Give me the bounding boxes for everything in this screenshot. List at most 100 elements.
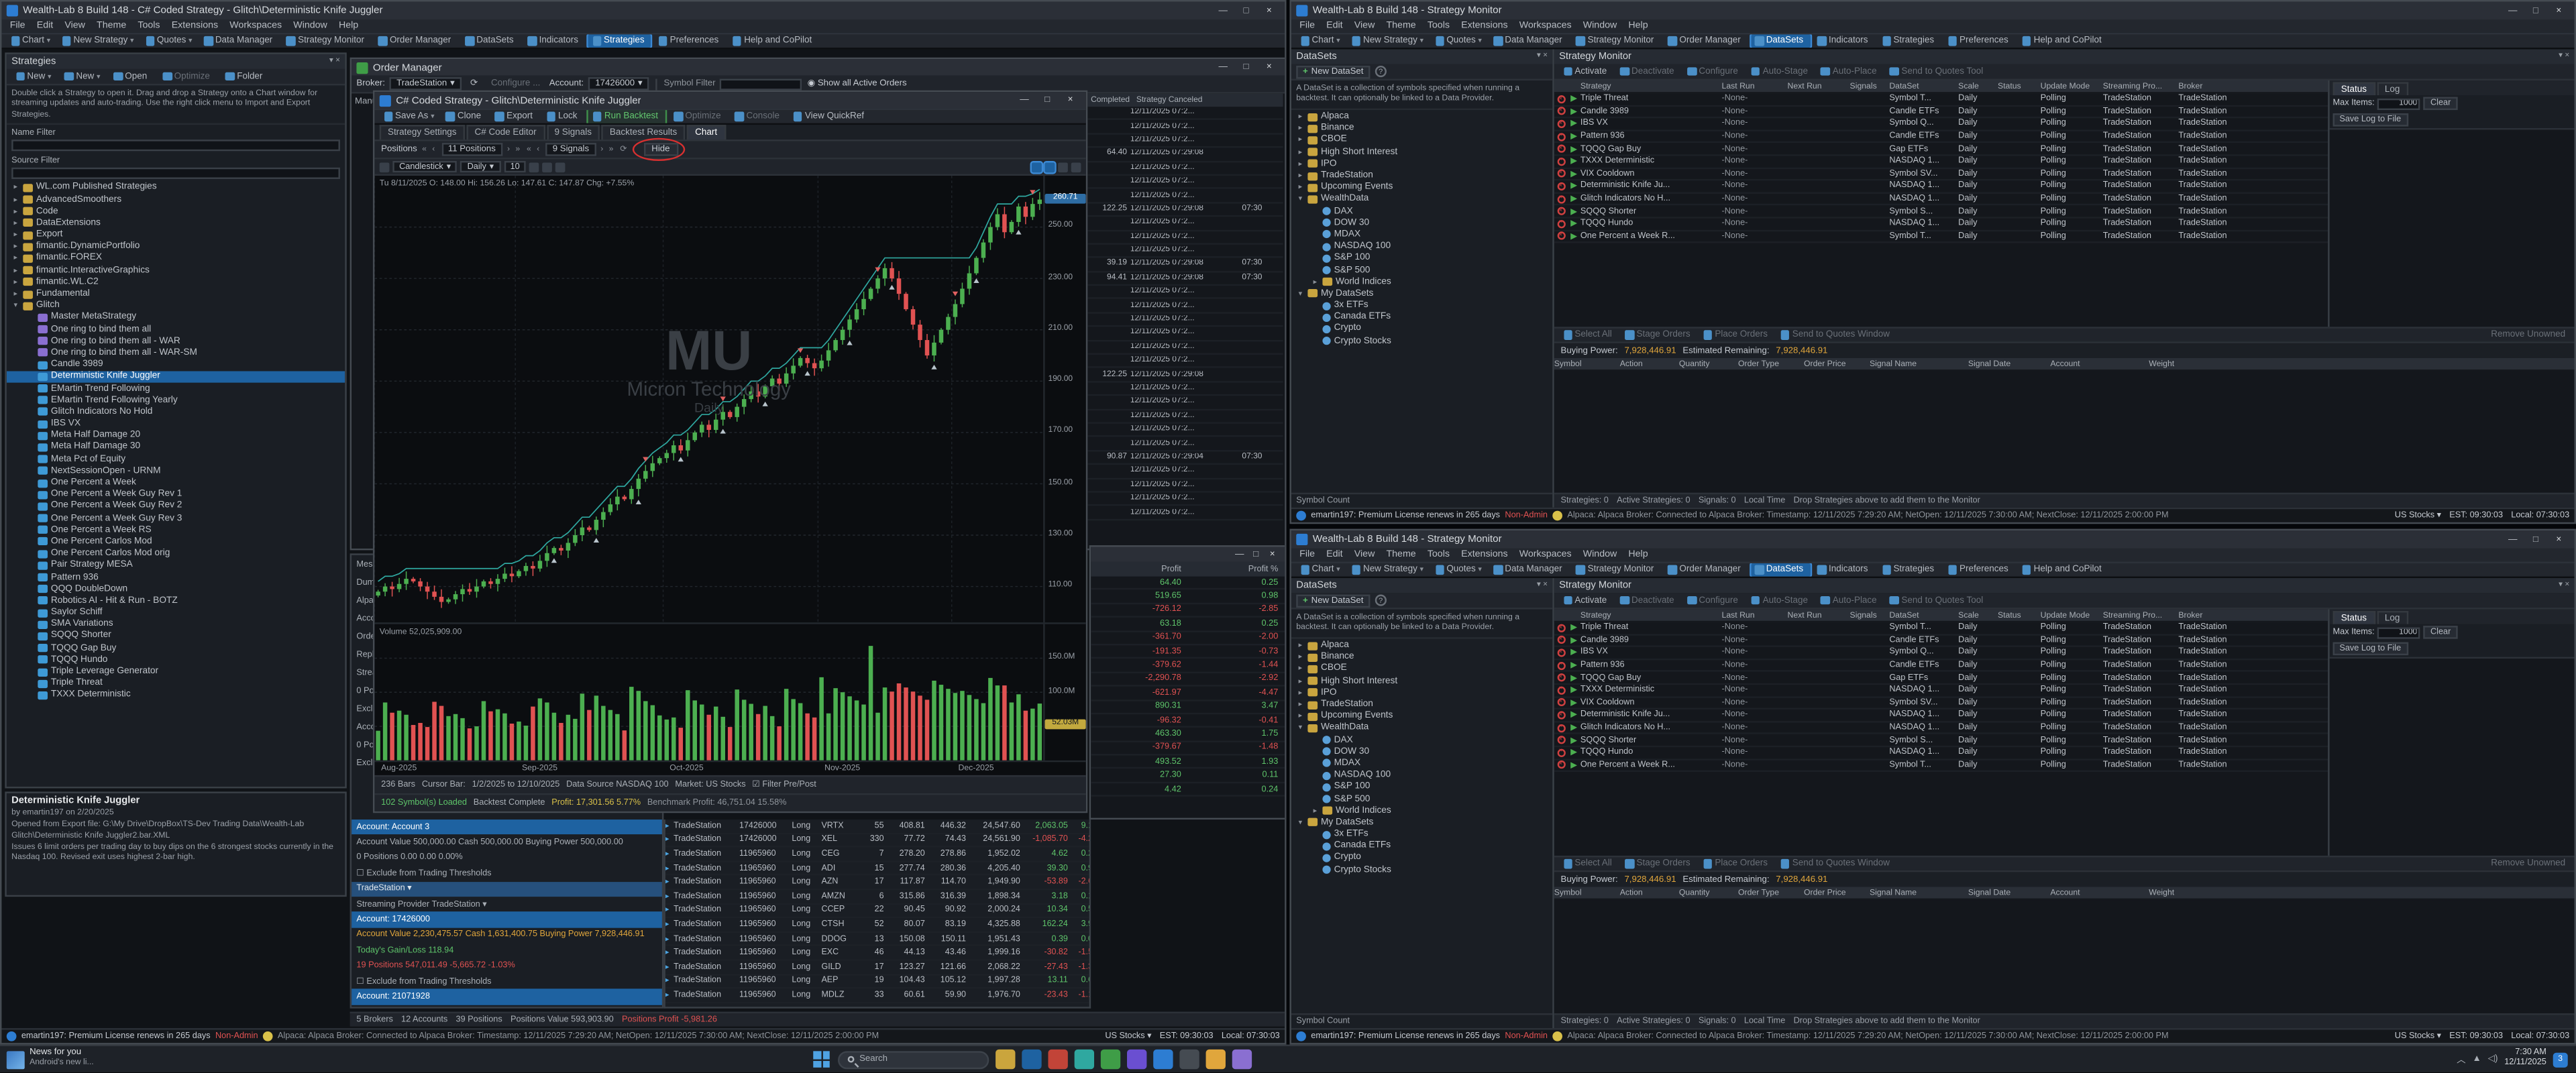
dataset-tree-item[interactable]: ▸ CBOE bbox=[1291, 135, 1552, 147]
strategy-action-button[interactable]: New▾ bbox=[60, 70, 105, 83]
dataset-tree-item[interactable]: ▸ TradeStation bbox=[1291, 170, 1552, 182]
dataset-tree-item[interactable]: Canada ETFs bbox=[1291, 312, 1552, 324]
expander-icon[interactable]: ▸ bbox=[1296, 171, 1304, 181]
order-row[interactable]: 12/11/2025 07:2... bbox=[1087, 162, 1283, 176]
chart-toolbar-button[interactable]: Console bbox=[731, 110, 786, 123]
tree-item[interactable]: IBS VX bbox=[7, 418, 345, 430]
toolbar-button[interactable]: DataSets bbox=[461, 34, 520, 48]
toggle-drawing-icon[interactable] bbox=[1071, 162, 1081, 172]
remove-unowned-button[interactable]: Remove Unowned bbox=[2487, 857, 2569, 870]
chart-close-button[interactable]: × bbox=[1060, 93, 1081, 107]
candlestick-chart[interactable] bbox=[374, 176, 1043, 622]
account-line[interactable]: Streaming Provider TradeStation ▾ bbox=[352, 897, 662, 912]
dataset-tree-item[interactable]: ▾ My DataSets bbox=[1291, 817, 1552, 829]
tree-item[interactable]: One ring to bind them all - WAR bbox=[7, 335, 345, 347]
menu-item[interactable]: Extensions bbox=[1461, 550, 1507, 560]
expander-icon[interactable]: ▸ bbox=[1296, 699, 1304, 710]
chart-toolbar-button[interactable]: Run Backtest bbox=[587, 109, 666, 125]
expander-icon[interactable]: ▸ bbox=[1311, 806, 1319, 816]
tab-status[interactable]: Status bbox=[2333, 611, 2375, 624]
remove-unowned-button[interactable]: Remove Unowned bbox=[2487, 329, 2569, 342]
profit-row[interactable]: -2,290.78 -2.92 bbox=[1091, 673, 1285, 687]
taskbar-app-icon-terminal[interactable] bbox=[1180, 1050, 1199, 1069]
menu-item[interactable]: Tools bbox=[1428, 550, 1450, 560]
tree-item[interactable]: One ring to bind them all - WAR-SM bbox=[7, 347, 345, 359]
monitor-row[interactable]: × Candle 3989 -None- Candle ETFs Daily bbox=[1554, 635, 2328, 648]
chart-toolbar-button[interactable]: Save As▾ bbox=[380, 110, 439, 123]
tree-item[interactable]: ▸ Fundamental bbox=[7, 288, 345, 300]
menu-item[interactable]: File bbox=[10, 21, 25, 32]
order-row[interactable]: 12/11/2025 07:2... bbox=[1087, 134, 1283, 148]
toolbar-button[interactable]: Strategies bbox=[1878, 34, 1941, 48]
dataset-tree-item[interactable]: ▸ Alpaca bbox=[1291, 111, 1552, 123]
tree-item[interactable]: Meta Half Damage 30 bbox=[7, 441, 345, 453]
remove-strategy-icon[interactable]: × bbox=[1556, 661, 1564, 669]
dataset-tree-item[interactable]: S&P 500 bbox=[1291, 264, 1552, 276]
position-row[interactable]: ▸ TradeStation 17426000 Long XEL 330 77.… bbox=[665, 834, 1089, 848]
dataset-tree-item[interactable]: ▸ Binance bbox=[1291, 651, 1552, 663]
tree-item[interactable]: Triple Threat bbox=[7, 678, 345, 690]
toolbar-button[interactable]: Order Manager bbox=[374, 34, 458, 48]
toolbar-button[interactable]: Data Manager bbox=[1489, 34, 1568, 48]
expander-icon[interactable]: ▾ bbox=[1296, 724, 1304, 734]
remove-strategy-icon[interactable]: × bbox=[1556, 145, 1564, 153]
titlebar-main[interactable]: Wealth-Lab 8 Build 148 - C# Coded Strate… bbox=[1, 1, 1285, 19]
activate-strategy-icon[interactable] bbox=[1570, 183, 1577, 190]
tree-item[interactable]: ▸ fimantic.InteractiveGraphics bbox=[7, 264, 345, 276]
monitor-row[interactable]: × Glitch Indicators No H... -None- NASDA… bbox=[1554, 722, 2328, 735]
monitor-toolbar-button[interactable]: Auto-Place bbox=[1817, 594, 1880, 607]
maximize-button[interactable]: □ bbox=[2525, 3, 2546, 18]
monitor-row[interactable]: × One Percent a Week R... -None- Symbol … bbox=[1554, 231, 2328, 243]
refresh-signals-icon[interactable]: ⟳ bbox=[620, 145, 629, 155]
dataset-tree-item[interactable]: Crypto Stocks bbox=[1291, 864, 1552, 876]
strategy-action-button[interactable]: Open bbox=[109, 70, 154, 83]
tree-item[interactable]: ▸ WL.com Published Strategies bbox=[7, 182, 345, 194]
monitor-row[interactable]: × Candle 3989 -None- Candle ETFs Daily bbox=[1554, 106, 2328, 119]
symbol-filter-input[interactable] bbox=[720, 78, 802, 89]
profit-row[interactable]: -361.70 -2.00 bbox=[1091, 632, 1285, 646]
profit-minimize-button[interactable]: — bbox=[1232, 547, 1247, 562]
remove-strategy-icon[interactable]: × bbox=[1556, 182, 1564, 190]
remove-strategy-icon[interactable]: × bbox=[1556, 648, 1564, 657]
new-dataset-button[interactable]: +New DataSet bbox=[1296, 594, 1370, 607]
minimize-button[interactable]: — bbox=[2502, 532, 2524, 547]
strategy-action-button[interactable]: New▾ bbox=[11, 70, 56, 83]
profit-row[interactable]: 27.30 0.11 bbox=[1091, 769, 1285, 783]
activate-strategy-icon[interactable] bbox=[1570, 233, 1577, 239]
expander-icon[interactable]: ▸ bbox=[1296, 135, 1304, 146]
remove-strategy-icon[interactable]: × bbox=[1556, 674, 1564, 682]
tree-item[interactable]: TQQQ Hundo bbox=[7, 654, 345, 666]
monitor-toolbar-button[interactable]: Deactivate bbox=[1616, 594, 1678, 607]
tree-item[interactable]: QQQ DoubleDown bbox=[7, 583, 345, 596]
date-axis[interactable]: Aug-2025Sep-2025Oct-2025Nov-2025Dec-2025 bbox=[374, 760, 1085, 775]
tree-item[interactable]: Meta Half Damage 20 bbox=[7, 430, 345, 442]
activate-strategy-icon[interactable] bbox=[1570, 196, 1577, 203]
toolbar-button[interactable]: Strategy Monitor bbox=[1572, 34, 1660, 48]
monitor-row[interactable]: × IBS VX -None- Symbol Q... Daily bbox=[1554, 119, 2328, 131]
expander-icon[interactable]: ▾ bbox=[1296, 289, 1304, 299]
toolbar-button[interactable]: Help and CoPilot bbox=[2018, 34, 2108, 48]
monitor-toolbar-button[interactable]: Configure bbox=[1683, 65, 1742, 78]
profit-maximize-button[interactable]: □ bbox=[1248, 547, 1263, 562]
toolbar-button[interactable]: New Strategy▾ bbox=[58, 34, 138, 48]
dataset-tree-item[interactable]: Crypto bbox=[1291, 852, 1552, 864]
strategy-tab[interactable]: Strategy Settings bbox=[380, 125, 465, 139]
order-row[interactable]: 90.87 12/11/2025 07:29:04 07:30 bbox=[1087, 451, 1283, 465]
toolbar-button[interactable]: Order Manager bbox=[1664, 563, 1747, 577]
monitor-row[interactable]: × SQQQ Shorter -None- Symbol S... Daily bbox=[1554, 206, 2328, 219]
taskbar-app-icon-discord[interactable] bbox=[1127, 1050, 1146, 1069]
expander-icon[interactable]: ▸ bbox=[1296, 112, 1304, 122]
toolbar-button[interactable]: Strategy Monitor bbox=[282, 34, 371, 48]
toolbar-button[interactable]: Preferences bbox=[1944, 34, 2015, 48]
menu-item[interactable]: Tools bbox=[1428, 21, 1450, 32]
remove-strategy-icon[interactable]: × bbox=[1556, 194, 1564, 203]
remove-strategy-icon[interactable]: × bbox=[1556, 158, 1564, 166]
activate-strategy-icon[interactable] bbox=[1570, 712, 1577, 719]
account-line[interactable]: 0 Positions 0.00 0.00 0.00% bbox=[352, 850, 662, 866]
volume-axis[interactable]: 150.0M100.0M50.00M52.03M bbox=[1043, 624, 1086, 760]
zoom-out-icon[interactable] bbox=[543, 162, 553, 172]
profit-col[interactable]: Profit bbox=[1091, 564, 1187, 574]
market-selector[interactable]: US Stocks ▾ bbox=[2395, 1031, 2441, 1041]
account-line[interactable]: ☐ Exclude from Trading Thresholds bbox=[352, 866, 662, 881]
positions-nav-box[interactable]: 11 Positions bbox=[441, 143, 502, 156]
